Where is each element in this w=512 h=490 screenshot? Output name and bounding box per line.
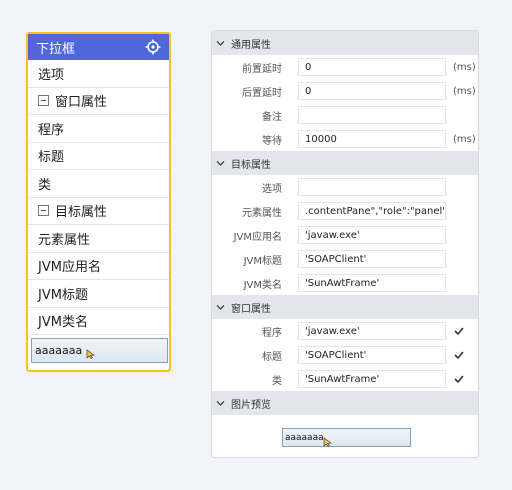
- minus-box-icon[interactable]: [38, 95, 49, 107]
- field-label: 前置延时: [242, 63, 282, 75]
- section-title: 目标属性: [231, 159, 271, 171]
- minus-box-icon[interactable]: [38, 205, 49, 217]
- dropdown-item-label: JVM标题: [38, 287, 88, 303]
- dropdown-item-option[interactable]: 选项: [28, 60, 169, 88]
- chevron-down-icon[interactable]: [216, 39, 225, 48]
- row-element: 元素属性 .contentPane","role":"panel"}]: [212, 199, 478, 223]
- dropdown-item-label: JVM应用名: [38, 260, 101, 276]
- dropdown-group-target[interactable]: 目标属性: [28, 198, 169, 225]
- section-target-header[interactable]: 目标属性: [212, 151, 478, 175]
- unit-label: (ms): [453, 85, 476, 97]
- dropdown-item-jvm-class[interactable]: JVM类名: [28, 308, 169, 335]
- section-window-header[interactable]: 窗口属性: [212, 295, 478, 319]
- mouse-cursor-icon: [323, 437, 332, 447]
- row-post-delay: 后置延时 0 (ms): [212, 79, 478, 103]
- checkmark-icon[interactable]: [454, 374, 464, 384]
- jvm-class-input[interactable]: 'SunAwtFrame': [298, 274, 446, 292]
- field-label: 类: [272, 375, 282, 387]
- chevron-down-icon[interactable]: [216, 159, 225, 168]
- row-class: 类 'SunAwtFrame': [212, 367, 478, 391]
- row-program: 程序 'javaw.exe': [212, 319, 478, 343]
- dropdown-item-jvm-title[interactable]: JVM标题: [28, 280, 169, 308]
- field-label: 程序: [262, 327, 282, 339]
- section-title: 通用属性: [231, 39, 271, 51]
- row-title: 标题 'SOAPClient': [212, 343, 478, 367]
- row-pre-delay: 前置延时 0 (ms): [212, 55, 478, 79]
- remark-input[interactable]: [298, 106, 446, 124]
- unit-label: (ms): [453, 61, 476, 73]
- chevron-down-icon[interactable]: [216, 303, 225, 312]
- jvm-title-input[interactable]: 'SOAPClient': [298, 250, 446, 268]
- dropdown-item-label: JVM类名: [38, 315, 88, 331]
- dropdown-item-label: 窗口属性: [55, 95, 108, 111]
- field-label: JVM标题: [243, 255, 282, 267]
- chevron-down-icon[interactable]: [216, 399, 225, 408]
- dropdown-item-label: 选项: [38, 67, 65, 83]
- property-panel: 通用属性 前置延时 0 (ms) 后置延时 0 (ms) 备注 等待 10000…: [211, 30, 479, 458]
- dropdown-item-label: 标题: [38, 150, 65, 166]
- dropdown-item-title[interactable]: 标题: [28, 143, 169, 170]
- row-wait: 等待 10000 (ms): [212, 127, 478, 151]
- row-option: 选项: [212, 175, 478, 199]
- mouse-cursor-icon: [86, 349, 95, 359]
- wait-input[interactable]: 10000: [298, 130, 446, 148]
- title-input[interactable]: 'SOAPClient': [298, 346, 446, 364]
- field-label: JVM类名: [243, 279, 282, 291]
- checkmark-icon[interactable]: [454, 326, 464, 336]
- pre-delay-input[interactable]: 0: [298, 58, 446, 76]
- dropdown-item-element[interactable]: 元素属性: [28, 225, 169, 253]
- field-label: 元素属性: [242, 207, 282, 219]
- preview-text: aaaaaaa: [35, 344, 83, 357]
- element-input[interactable]: .contentPane","role":"panel"}]: [298, 202, 446, 220]
- image-preview-area: aaaaaaa: [212, 415, 478, 457]
- field-label: 后置延时: [242, 87, 282, 99]
- row-remark: 备注: [212, 103, 478, 127]
- post-delay-input[interactable]: 0: [298, 82, 446, 100]
- preview-text: aaaaaaa: [285, 432, 324, 443]
- dropdown-header-title: 下拉框: [36, 41, 76, 57]
- unit-label: (ms): [453, 133, 476, 145]
- class-input[interactable]: 'SunAwtFrame': [298, 370, 446, 388]
- section-title: 图片预览: [231, 399, 271, 411]
- row-jvm-title: JVM标题 'SOAPClient': [212, 247, 478, 271]
- dropdown-item-label: 目标属性: [55, 205, 108, 221]
- checkmark-icon[interactable]: [454, 350, 464, 360]
- option-input[interactable]: [298, 178, 446, 196]
- dropdown-item-label: 元素属性: [38, 232, 91, 248]
- dropdown-element-card[interactable]: 下拉框 选项 窗口属性 程序 标题 类 目标属性 元素属性 JVM应用名 JVM…: [26, 32, 171, 372]
- dropdown-header: 下拉框: [28, 34, 169, 60]
- field-label: 等待: [262, 135, 282, 147]
- section-general-header[interactable]: 通用属性: [212, 31, 478, 55]
- dropdown-item-class[interactable]: 类: [28, 170, 169, 198]
- dropdown-preview-image: aaaaaaa: [31, 338, 168, 363]
- row-jvm-app: JVM应用名 'javaw.exe': [212, 223, 478, 247]
- field-label: 标题: [262, 351, 282, 363]
- row-jvm-class: JVM类名 'SunAwtFrame': [212, 271, 478, 295]
- image-preview: aaaaaaa: [282, 428, 411, 447]
- field-label: JVM应用名: [233, 231, 282, 243]
- crosshair-icon[interactable]: [145, 39, 161, 55]
- field-label: 备注: [262, 111, 282, 123]
- dropdown-item-program[interactable]: 程序: [28, 115, 169, 143]
- dropdown-item-label: 程序: [38, 122, 65, 138]
- field-label: 选项: [262, 183, 282, 195]
- jvm-app-input[interactable]: 'javaw.exe': [298, 226, 446, 244]
- section-title: 窗口属性: [231, 303, 271, 315]
- program-input[interactable]: 'javaw.exe': [298, 322, 446, 340]
- section-image-preview-header[interactable]: 图片预览: [212, 391, 478, 415]
- dropdown-item-label: 类: [38, 177, 52, 193]
- dropdown-group-window[interactable]: 窗口属性: [28, 88, 169, 115]
- dropdown-item-jvm-app[interactable]: JVM应用名: [28, 253, 169, 280]
